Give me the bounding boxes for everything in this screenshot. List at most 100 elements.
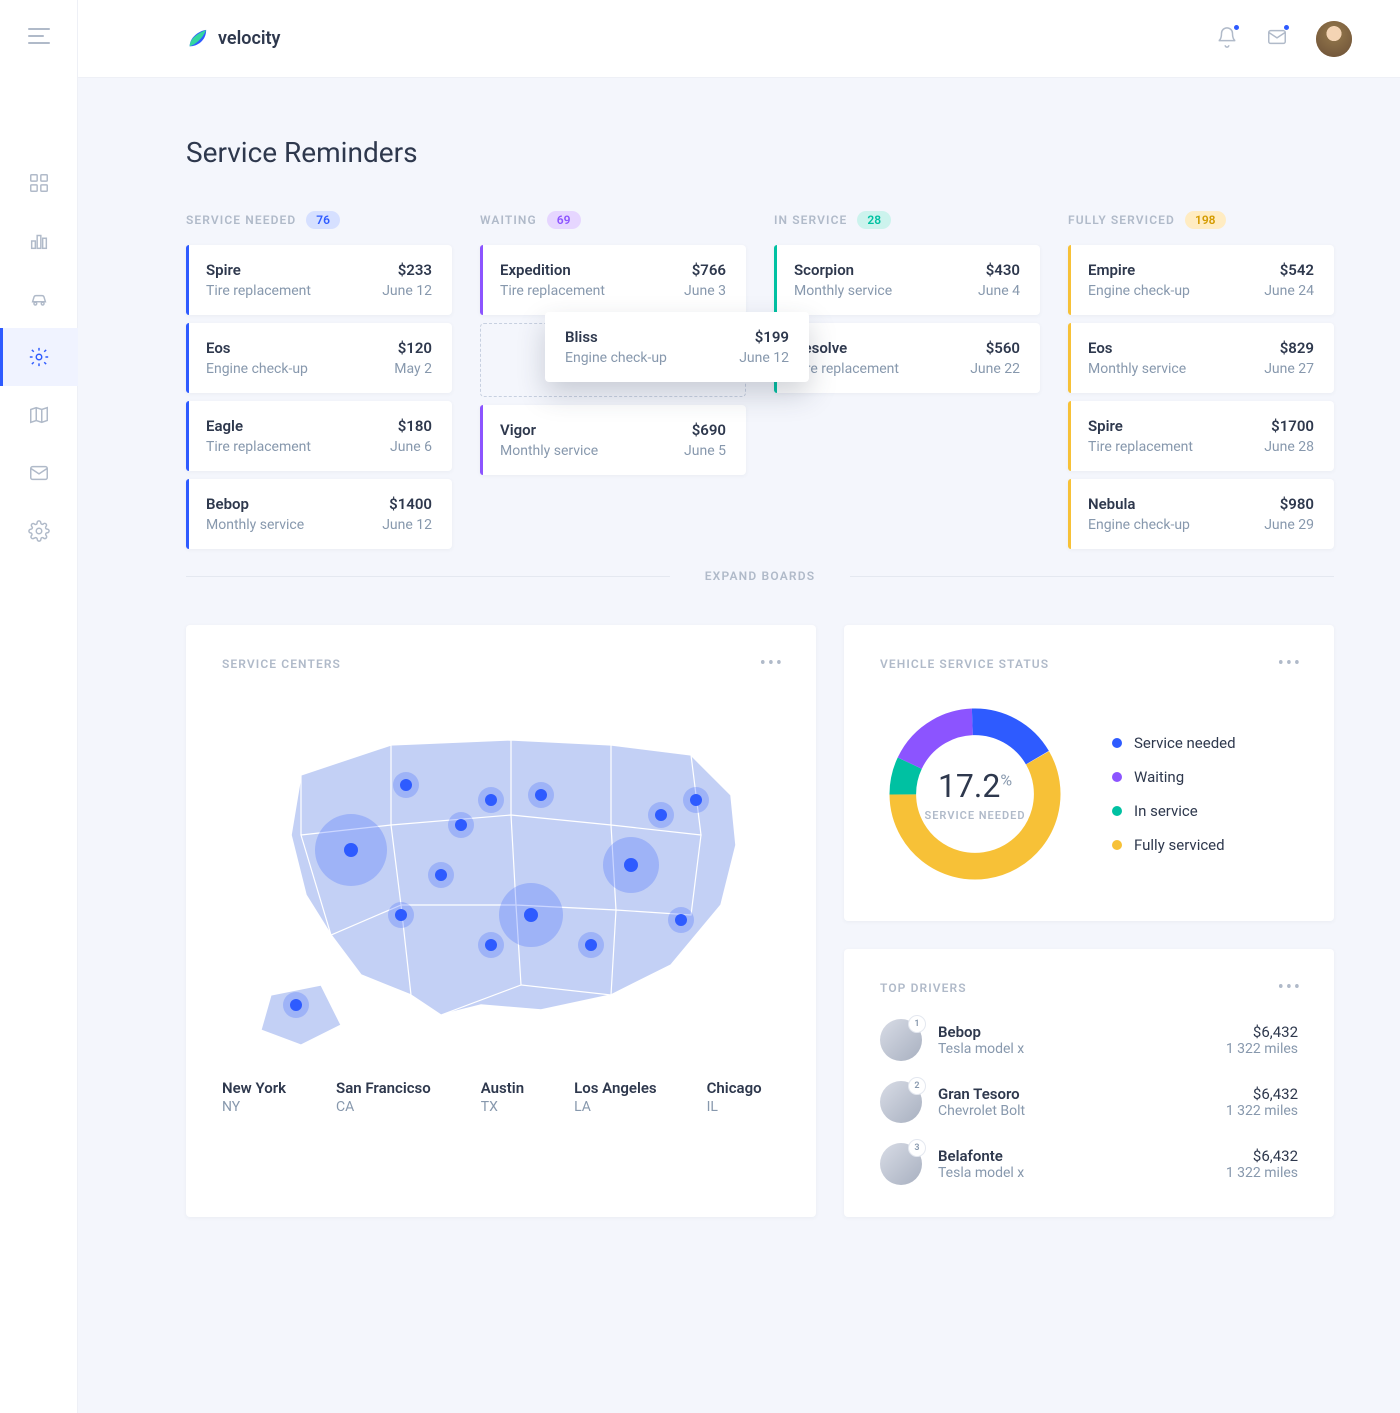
city-item[interactable]: ChicagoIL (707, 1079, 762, 1115)
card-price: $766 (692, 261, 726, 279)
driver-car: Tesla model x (938, 1165, 1210, 1181)
legend-dot (1112, 840, 1122, 850)
map-icon (28, 404, 50, 426)
kanban-boards: SERVICE NEEDED76Spire$233Tire replacemen… (186, 211, 1334, 549)
card-price: $980 (1280, 495, 1314, 513)
city-item[interactable]: Los Angeles LA (574, 1079, 657, 1115)
card-name: Vigor (500, 421, 536, 439)
panel-title: SERVICE CENTERS (222, 657, 780, 671)
city-code: NY (222, 1099, 286, 1115)
driver-row[interactable]: BebopTesla model x$6,4321 322 miles (880, 1019, 1298, 1061)
legend-item: In service (1112, 802, 1236, 820)
driver-row[interactable]: Gran TesoroChevrolet Bolt$6,4321 322 mil… (880, 1081, 1298, 1123)
grid-icon (28, 172, 50, 194)
panel-more-button[interactable]: ••• (760, 653, 784, 674)
brand-logo[interactable]: velocity (186, 28, 281, 50)
service-card[interactable]: Bebop$1400Monthly serviceJune 12 (186, 479, 452, 549)
nav-vehicles[interactable] (0, 270, 78, 328)
driver-car: Tesla model x (938, 1041, 1210, 1057)
drop-zone[interactable]: Bliss$199Engine check-upJune 12 (480, 323, 746, 397)
city-code: LA (574, 1099, 657, 1115)
board-title: FULLY SERVICED (1068, 213, 1175, 227)
card-price: $560 (986, 339, 1020, 357)
service-card[interactable]: Eos$120Engine check-upMay 2 (186, 323, 452, 393)
board-title: WAITING (480, 213, 537, 227)
service-card[interactable]: Scorpion$430Monthly serviceJune 4 (774, 245, 1040, 315)
menu-toggle[interactable] (28, 28, 50, 44)
card-name: Expedition (500, 261, 571, 279)
card-subtitle: Monthly service (206, 517, 304, 533)
card-price: $233 (398, 261, 432, 279)
card-date: June 12 (739, 350, 789, 366)
driver-name: Belafonte (938, 1147, 1210, 1165)
card-date: June 12 (382, 517, 432, 533)
card-name: Bliss (565, 328, 598, 346)
card-price: $1700 (1271, 417, 1314, 435)
panel-title: TOP DRIVERS (880, 981, 1298, 995)
nav-dashboard[interactable] (0, 154, 78, 212)
panel-more-button[interactable]: ••• (1278, 653, 1302, 674)
service-card[interactable]: Nebula$980Engine check-upJune 29 (1068, 479, 1334, 549)
user-avatar[interactable] (1316, 21, 1352, 57)
card-subtitle: Tire replacement (1088, 439, 1193, 455)
card-price: $430 (986, 261, 1020, 279)
card-date: May 2 (394, 361, 432, 377)
driver-avatar (880, 1143, 922, 1185)
card-name: Nebula (1088, 495, 1135, 513)
service-card[interactable]: Vigor$690Monthly serviceJune 5 (480, 405, 746, 475)
service-card[interactable]: Expedition $766 Tire replacement June 3 (480, 245, 746, 315)
card-subtitle: Monthly service (794, 283, 892, 299)
driver-miles: 1 322 miles (1226, 1041, 1298, 1057)
service-card[interactable]: Eagle$180Tire replacementJune 6 (186, 401, 452, 471)
card-subtitle: Tire replacement (500, 283, 605, 299)
legend-dot (1112, 772, 1122, 782)
service-card[interactable]: Resolve$560Tire replacementJune 22 (774, 323, 1040, 393)
service-card[interactable]: Empire$542Engine check-upJune 24 (1068, 245, 1334, 315)
city-name: Los Angeles (574, 1079, 657, 1097)
city-name: New York (222, 1079, 286, 1097)
legend-label: In service (1134, 802, 1198, 820)
city-code: IL (707, 1099, 762, 1115)
service-card[interactable]: Spire$1700Tire replacementJune 28 (1068, 401, 1334, 471)
board-header: IN SERVICE28 (774, 211, 1040, 229)
driver-list: BebopTesla model x$6,4321 322 miles Gran … (880, 1019, 1298, 1185)
card-subtitle: Monthly service (1088, 361, 1186, 377)
city-item[interactable]: AustinTX (481, 1079, 524, 1115)
legend-item: Waiting (1112, 768, 1236, 786)
nav-mail[interactable] (0, 444, 78, 502)
donut-chart: 17.2% SERVICE NEEDED (880, 699, 1070, 889)
nav-map[interactable] (0, 386, 78, 444)
board-column: IN SERVICE28Scorpion$430Monthly serviceJ… (774, 211, 1040, 549)
card-subtitle: Tire replacement (206, 283, 311, 299)
us-map (222, 695, 780, 1055)
gear-icon (28, 520, 50, 542)
driver-car: Chevrolet Bolt (938, 1103, 1210, 1119)
legend-label: Service needed (1134, 734, 1236, 752)
card-name: Eagle (206, 417, 243, 435)
nav-service[interactable] (0, 328, 78, 386)
city-item[interactable]: New York NY (222, 1079, 286, 1115)
notifications-button[interactable] (1216, 26, 1238, 52)
dragging-card[interactable]: Bliss$199Engine check-upJune 12 (545, 312, 809, 382)
city-item[interactable]: San FrancicsoCA (336, 1079, 431, 1115)
messages-button[interactable] (1266, 26, 1288, 52)
card-date: June 3 (684, 283, 726, 299)
legend-label: Waiting (1134, 768, 1184, 786)
service-card[interactable]: Eos$829Monthly serviceJune 27 (1068, 323, 1334, 393)
driver-row[interactable]: BelafonteTesla model x$6,4321 322 miles (880, 1143, 1298, 1185)
card-subtitle: Tire replacement (794, 361, 899, 377)
card-name: Spire (1088, 417, 1123, 435)
nav-analytics[interactable] (0, 212, 78, 270)
card-price: $199 (755, 328, 789, 346)
expand-boards-button[interactable]: EXPAND BOARDS (186, 569, 1334, 583)
card-subtitle: Tire replacement (206, 439, 311, 455)
driver-avatar (880, 1081, 922, 1123)
nav-settings[interactable] (0, 502, 78, 560)
card-date: June 24 (1264, 283, 1314, 299)
card-name: Scorpion (794, 261, 854, 279)
panel-more-button[interactable]: ••• (1278, 977, 1302, 998)
service-card[interactable]: Spire$233Tire replacementJune 12 (186, 245, 452, 315)
card-name: Eos (206, 339, 231, 357)
leaf-icon (186, 28, 208, 50)
legend-dot (1112, 738, 1122, 748)
